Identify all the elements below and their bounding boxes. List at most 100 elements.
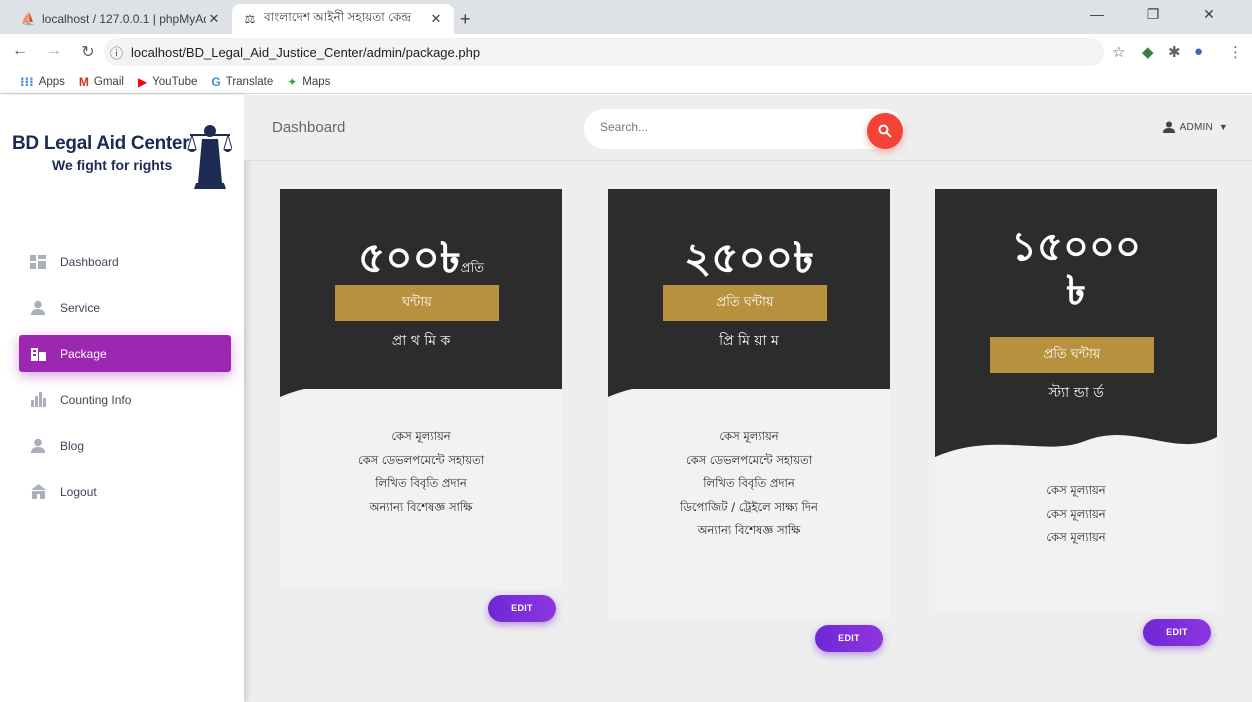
sidebar-item-logout[interactable]: Logout <box>19 473 231 510</box>
bookmark-translate[interactable]: G Translate <box>211 75 273 89</box>
user-icon <box>1162 121 1175 133</box>
sidebar-menu: Dashboard Service Package Counting Info <box>19 243 231 519</box>
feature-item: কেস মূল্যায়ন <box>391 429 451 443</box>
sidebar-item-label: Service <box>60 300 101 315</box>
sidebar-item-dashboard[interactable]: Dashboard <box>19 243 231 280</box>
browser-tab-legal-aid[interactable]: ⚖ বাংলাদেশ আইনী সহায়তা কেন্দ্র ✕ <box>232 4 454 34</box>
sidebar-item-counting-info[interactable]: Counting Info <box>19 381 231 418</box>
new-tab-button[interactable]: + <box>460 9 471 30</box>
edit-button[interactable]: EDIT <box>1143 619 1211 646</box>
sidebar-item-label: Logout <box>60 484 97 499</box>
edit-button[interactable]: EDIT <box>488 595 556 622</box>
sidebar-item-label: Counting Info <box>60 392 132 407</box>
feature-item: ডিপোজিট / ট্রেইলে সাক্ষ্য দিন <box>680 499 818 514</box>
close-tab-icon[interactable]: ✕ <box>206 11 222 27</box>
tab-title: বাংলাদেশ আইনী সহায়তা কেন্দ্র <box>264 10 412 24</box>
plan-name: প্রা থ মি ক <box>391 333 451 349</box>
bookmark-apps[interactable]: ⁝⁝⁝ Apps <box>20 75 65 89</box>
sidebar-item-label: Dashboard <box>60 254 119 269</box>
forward-icon[interactable]: → <box>44 42 64 60</box>
translate-icon: G <box>211 74 221 89</box>
menu-kebab-icon[interactable]: ⋮ <box>1228 43 1243 61</box>
app-area: BD Legal Aid Center We fight for rights <box>0 95 1252 702</box>
bookmark-gmail[interactable]: M Gmail <box>79 75 124 89</box>
feature-list: কেস মূল্যায়ন কেস ডেভলপমেন্টে সহায়তা লি… <box>608 425 890 543</box>
feature-item: কেস ডেভলপমেন্টে সহায়তা <box>357 452 485 467</box>
package-price: ১৫০০০ ৳ <box>1011 224 1141 314</box>
caret-down-icon: ▼ <box>1218 122 1228 132</box>
top-navbar: Dashboard ADMIN ▼ <box>244 95 1252 161</box>
feature-item: কেস মূল্যায়ন <box>1046 483 1106 497</box>
puzzle-icon[interactable]: ✱ <box>1168 43 1181 61</box>
feature-item: কেস মূল্যায়ন <box>1046 530 1106 544</box>
search-icon <box>878 124 892 138</box>
person-icon <box>29 300 47 316</box>
phpmyadmin-icon: ⛵ <box>20 12 36 26</box>
rate-badge: প্রতি ঘন্টায় <box>990 337 1154 373</box>
admin-label: ADMIN <box>1179 121 1213 133</box>
edit-button[interactable]: EDIT <box>815 625 883 652</box>
search-button[interactable] <box>867 113 903 149</box>
brand-logo[interactable]: BD Legal Aid Center We fight for rights <box>12 125 232 189</box>
restore-icon[interactable]: ❐ <box>1130 6 1176 23</box>
url-field[interactable]: ⓘ localhost/BD_Legal_Aid_Justice_Center/… <box>104 38 1104 66</box>
sidebar-item-service[interactable]: Service <box>19 289 231 326</box>
tab-title: localhost / 127.0.0.1 | phpMyAdm <box>42 12 206 26</box>
justice-icon: ⚖ <box>244 12 256 26</box>
feature-item: কেস মূল্যায়ন <box>719 429 779 443</box>
wave-divider <box>935 427 1217 457</box>
person-icon <box>29 438 47 454</box>
package-card-standard: ১৫০০০ ৳ প্রতি ঘন্টায় স্ট্যা ন্ডা র্ড কে… <box>935 189 1217 613</box>
browser-tab-phpmyadmin[interactable]: ⛵ localhost / 127.0.0.1 | phpMyAdm ✕ <box>10 4 232 34</box>
feature-item: কেস মূল্যায়ন <box>1046 506 1106 521</box>
dashboard-icon <box>29 254 47 270</box>
profile-avatar-icon[interactable]: ● <box>1194 43 1203 60</box>
rate-badge: প্রতি ঘন্টায় <box>663 285 827 321</box>
bookmark-star-icon[interactable]: ☆ <box>1112 43 1125 61</box>
browser-tab-strip: ⛵ localhost / 127.0.0.1 | phpMyAdm ✕ ⚖ ব… <box>0 0 1252 34</box>
address-bar-row: ← → ↻ ⓘ localhost/BD_Legal_Aid_Justice_C… <box>0 34 1252 70</box>
bookmark-youtube[interactable]: ▶ YouTube <box>138 75 197 89</box>
back-icon[interactable]: ← <box>10 42 30 60</box>
feature-item: অন্যান্য বিশেষজ্ঞ সাক্ষি <box>697 523 801 537</box>
admin-menu[interactable]: ADMIN ▼ <box>1162 121 1228 133</box>
plan-name: স্ট্যা ন্ডা র্ড <box>1048 385 1104 401</box>
reload-icon[interactable]: ↻ <box>78 42 98 62</box>
minimize-icon[interactable]: — <box>1074 6 1120 22</box>
plan-name: প্রি মি য়া ম <box>719 333 779 349</box>
feature-item: অন্যান্য বিশেষজ্ঞ সাক্ষি <box>369 499 473 514</box>
feature-item: কেস ডেভলপমেন্টে সহায়তা <box>685 452 813 467</box>
sidebar-item-package[interactable]: Package <box>19 335 231 372</box>
search-box <box>584 109 904 149</box>
url-text: localhost/BD_Legal_Aid_Justice_Center/ad… <box>131 44 481 60</box>
feature-item: লিখিত বিবৃতি প্রদান <box>375 476 467 490</box>
feature-list: কেস মূল্যায়ন কেস মূল্যায়ন কেস মূল্যায়… <box>935 479 1217 550</box>
sidebar-item-blog[interactable]: Blog <box>19 427 231 464</box>
rate-badge: ঘন্টায় <box>335 285 499 321</box>
sidebar: BD Legal Aid Center We fight for rights <box>0 95 244 702</box>
maps-icon: ✦ <box>287 74 298 89</box>
bar-chart-icon <box>29 392 47 408</box>
bookmark-maps[interactable]: ✦ Maps <box>287 75 330 89</box>
package-card-premium: ২৫০০৳ প্রতি ঘন্টায় প্রি মি য়া ম কেস মূ… <box>608 189 890 619</box>
youtube-icon: ▶ <box>137 74 148 89</box>
feature-list: কেস মূল্যায়ন কেস ডেভলপমেন্টে সহায়তা লি… <box>280 425 562 519</box>
wave-divider <box>280 367 562 397</box>
package-card-basic: ৫০০৳প্রতি ঘন্টায় প্রা থ মি ক কেস মূল্যা… <box>280 189 562 589</box>
extension-icon[interactable]: ◆ <box>1142 43 1154 61</box>
apps-grid-icon: ⁝⁝⁝ <box>20 74 34 89</box>
search-input[interactable] <box>600 120 850 134</box>
building-icon <box>29 346 47 362</box>
sidebar-item-label: Package <box>60 346 107 361</box>
feature-item: লিখিত বিবৃতি প্রদান <box>703 476 795 490</box>
bookmarks-bar: ⁝⁝⁝ Apps M Gmail ▶ YouTube G Translate ✦ Maps <box>0 70 1252 94</box>
info-icon[interactable]: ⓘ <box>110 43 123 62</box>
building-icon <box>29 484 47 500</box>
sidebar-item-label: Blog <box>60 438 85 453</box>
lady-justice-icon <box>187 125 232 189</box>
wave-divider <box>608 367 890 397</box>
close-tab-icon[interactable]: ✕ <box>428 11 444 27</box>
page-title[interactable]: Dashboard <box>272 119 345 136</box>
close-window-icon[interactable]: ✕ <box>1186 6 1232 23</box>
gmail-icon: M <box>78 74 89 89</box>
